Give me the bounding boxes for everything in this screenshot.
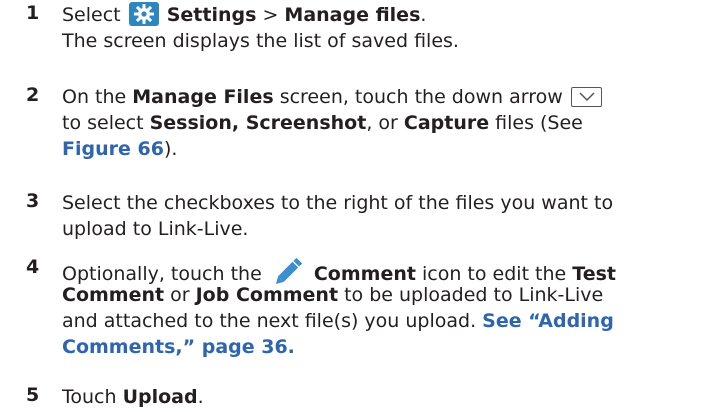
step-number: 3 <box>26 190 40 212</box>
cross-reference-link[interactable]: See “Adding <box>482 310 614 332</box>
step-text-part: and attached to the next file(s) you upl… <box>62 310 483 332</box>
step-text-part: to select <box>62 112 150 134</box>
step-text: On the Manage Files screen, touch the do… <box>62 84 692 162</box>
step-number: 4 <box>26 256 40 278</box>
step-text: Select the checkboxes to the right of th… <box>62 190 692 242</box>
step-text-part: . <box>197 386 204 408</box>
ui-term-manage-files: Manage Files <box>132 86 274 108</box>
step-text: Select Settings > Manage files. The scre… <box>62 2 692 54</box>
step-number: 5 <box>26 384 40 406</box>
step-text-part: , or <box>366 112 404 134</box>
step-text-part: Select <box>62 4 121 26</box>
step-text-line: The screen displays the list of saved fi… <box>62 30 459 52</box>
step-text-part: or <box>164 284 196 306</box>
step-text: Touch Upload. <box>62 384 692 410</box>
step-text-part: Touch <box>62 386 123 408</box>
ui-term-session-screenshot: Session, Screenshot <box>149 112 367 134</box>
instruction-steps: 1 Select Settings > Manage files. The sc… <box>0 0 703 412</box>
chevron-down-icon <box>570 87 602 107</box>
ui-term-settings: Settings <box>166 4 257 26</box>
ui-term-capture: Capture <box>403 112 490 134</box>
step-number: 1 <box>26 2 40 24</box>
ui-term-job-comment: Job Comment <box>195 284 339 306</box>
step-number: 2 <box>26 84 40 106</box>
step-text-line: Select the checkboxes to the right of th… <box>62 192 614 214</box>
step-text-part: screen, touch the down arrow <box>273 86 563 108</box>
cross-reference-link[interactable]: Comments,” page 36. <box>62 336 295 358</box>
step-text: Optionally, touch the Comment icon to ed… <box>62 256 692 360</box>
step-text-part: ). <box>163 138 178 160</box>
ui-term-manage-files: Manage files <box>284 4 421 26</box>
ui-term-upload: Upload <box>122 386 198 408</box>
figure-link[interactable]: Figure 66 <box>62 138 164 160</box>
ui-term-comment: Comment <box>62 284 165 306</box>
step-text-part: . <box>420 4 427 26</box>
step-text-part: files (See <box>489 112 583 134</box>
step-text-part: to be uploaded to Link-Live <box>338 284 604 306</box>
gear-icon <box>128 2 159 26</box>
step-text-part: > <box>256 4 285 26</box>
step-text-line: upload to Link-Live. <box>62 218 249 240</box>
step-text-part: On the <box>62 86 133 108</box>
